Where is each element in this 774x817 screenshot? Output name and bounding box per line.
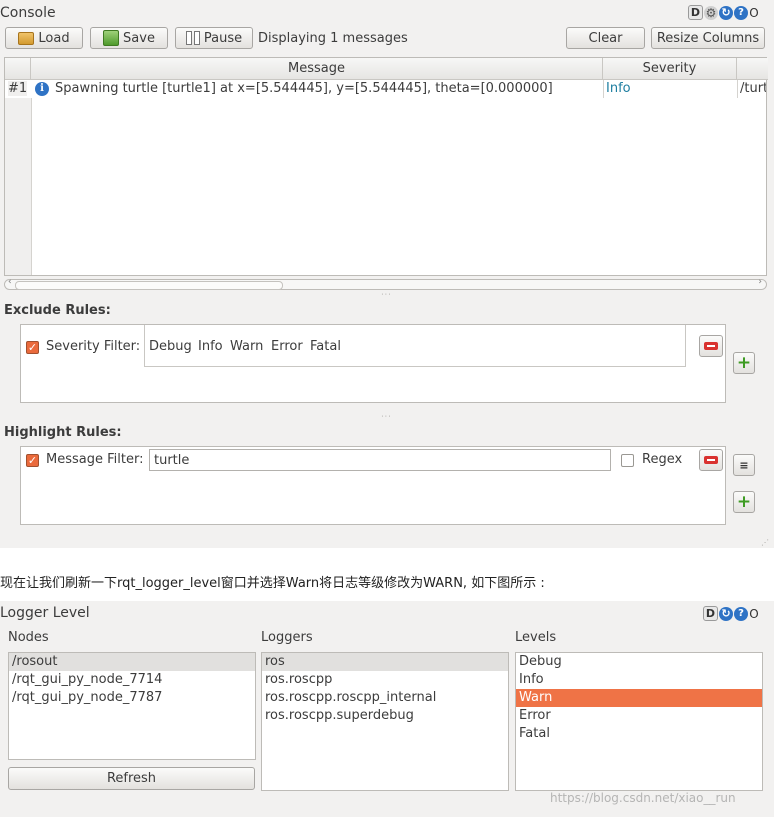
- node-item[interactable]: /rosout: [9, 653, 255, 671]
- node-item[interactable]: /rqt_gui_py_node_7787: [9, 689, 255, 707]
- highlight-rules-box: ✓ Message Filter: turtle Regex: [20, 446, 726, 525]
- resize-grip[interactable]: ⋰: [761, 538, 770, 547]
- scroll-left-icon[interactable]: ‹: [8, 277, 12, 287]
- severity-filter-label: Severity Filter:: [46, 339, 141, 354]
- scroll-thumb[interactable]: [15, 281, 283, 290]
- level-item-warn[interactable]: Warn: [516, 689, 762, 707]
- loggers-label: Loggers: [261, 630, 313, 645]
- level-item-info[interactable]: Info: [516, 671, 762, 689]
- levels-label: Levels: [515, 630, 557, 645]
- row-divider-node: [737, 80, 738, 98]
- row-number: #1: [8, 81, 28, 96]
- column-header-node[interactable]: [737, 58, 768, 80]
- save-label: Save: [123, 30, 155, 46]
- console-title: Console: [0, 5, 56, 21]
- exclude-level-warn[interactable]: Warn: [230, 339, 263, 354]
- exclude-rules-label: Exclude Rules:: [4, 303, 111, 318]
- close-icon[interactable]: O: [749, 6, 759, 20]
- d-icon[interactable]: D: [703, 606, 718, 621]
- regex-checkbox[interactable]: [621, 454, 634, 467]
- logger-item[interactable]: ros.roscpp.roscpp_internal: [262, 689, 508, 707]
- refresh-icon[interactable]: ↻: [719, 5, 733, 20]
- logger-level-panel: Logger Level D ↻ ? O Nodes /rosout /rqt_…: [0, 601, 774, 817]
- pause-button[interactable]: Pause: [175, 27, 253, 49]
- message-filter-input[interactable]: turtle: [149, 449, 611, 471]
- row-number-gutter: [5, 80, 32, 275]
- message-filter-label: Message Filter:: [46, 452, 144, 467]
- close-icon[interactable]: O: [749, 607, 759, 621]
- pause-icon: [185, 31, 200, 45]
- column-header-rownum: [5, 58, 31, 80]
- highlight-rules-label: Highlight Rules:: [4, 425, 122, 440]
- regex-label: Regex: [642, 452, 683, 467]
- severity-filter-levels[interactable]: Debug Info Warn Error Fatal: [144, 325, 686, 367]
- severity-filter-checkbox[interactable]: ✓: [26, 341, 39, 354]
- clear-button[interactable]: Clear: [566, 27, 645, 49]
- pause-label: Pause: [203, 30, 243, 46]
- logger-level-title: Logger Level: [0, 605, 90, 621]
- watermark: https://blog.csdn.net/xiao__run: [550, 791, 736, 805]
- exclude-level-fatal[interactable]: Fatal: [310, 339, 341, 354]
- refresh-button[interactable]: Refresh: [8, 767, 255, 790]
- level-item-fatal[interactable]: Fatal: [516, 725, 762, 743]
- console-panel: Console D ⚙ ↻ ? O Load Save Pause Displa…: [0, 0, 774, 548]
- folder-icon: [18, 31, 35, 45]
- help-icon[interactable]: ?: [734, 606, 748, 621]
- splitter-grip-2[interactable]: ⋅⋅⋅: [381, 412, 392, 421]
- levels-list[interactable]: Debug Info Warn Error Fatal: [515, 652, 763, 791]
- help-icon[interactable]: ?: [734, 5, 748, 20]
- load-button[interactable]: Load: [5, 27, 83, 49]
- load-label: Load: [38, 30, 70, 46]
- remove-message-filter-button[interactable]: [699, 449, 723, 471]
- logger-item[interactable]: ros.roscpp: [262, 671, 508, 689]
- row-severity: Info: [606, 81, 631, 96]
- nodes-label: Nodes: [8, 630, 49, 645]
- row-message: Spawning turtle [turtle1] at x=[5.544445…: [55, 81, 553, 96]
- save-button[interactable]: Save: [90, 27, 168, 49]
- column-header-severity[interactable]: Severity: [603, 58, 737, 80]
- logger-header-icons: D ↻ ? O: [703, 606, 759, 621]
- article-caption: 现在让我们刷新一下rqt_logger_level窗口并选择Warn将日志等级修…: [0, 576, 545, 591]
- column-header-message[interactable]: Message: [31, 58, 603, 80]
- exclude-level-debug[interactable]: Debug: [149, 339, 192, 354]
- message-table[interactable]: Message Severity #1 i Spawning turtle [t…: [4, 57, 768, 276]
- d-icon[interactable]: D: [688, 5, 703, 20]
- exclude-level-error[interactable]: Error: [271, 339, 303, 354]
- gear-icon[interactable]: ⚙: [704, 5, 718, 20]
- row-divider-severity: [603, 80, 604, 98]
- scroll-right-icon[interactable]: ›: [758, 277, 762, 287]
- logger-item[interactable]: ros: [262, 653, 508, 671]
- refresh-icon[interactable]: ↻: [719, 606, 733, 621]
- exclude-level-info[interactable]: Info: [198, 339, 223, 354]
- add-exclude-rule-button[interactable]: +: [733, 352, 755, 374]
- logger-item[interactable]: ros.roscpp.superdebug: [262, 707, 508, 725]
- level-item-debug[interactable]: Debug: [516, 653, 762, 671]
- filter-options-button[interactable]: ≡: [733, 454, 755, 476]
- status-text: Displaying 1 messages: [258, 31, 408, 46]
- add-highlight-rule-button[interactable]: +: [733, 491, 755, 513]
- remove-severity-filter-button[interactable]: [699, 335, 723, 357]
- node-item[interactable]: /rqt_gui_py_node_7714: [9, 671, 255, 689]
- save-icon: [103, 30, 120, 46]
- message-filter-checkbox[interactable]: ✓: [26, 454, 39, 467]
- resize-columns-button[interactable]: Resize Columns: [651, 27, 765, 49]
- info-icon: i: [35, 82, 49, 96]
- splitter-grip-1[interactable]: ⋅⋅⋅: [381, 290, 392, 299]
- nodes-list[interactable]: /rosout /rqt_gui_py_node_7714 /rqt_gui_p…: [8, 652, 256, 760]
- level-item-error[interactable]: Error: [516, 707, 762, 725]
- loggers-list[interactable]: ros ros.roscpp ros.roscpp.roscpp_interna…: [261, 652, 509, 791]
- row-node: /turt: [740, 81, 766, 96]
- exclude-rules-box: ✓ Severity Filter: Debug Info Warn Error…: [20, 324, 726, 403]
- horizontal-scrollbar[interactable]: ‹ ›: [4, 277, 767, 290]
- table-row[interactable]: #1 i Spawning turtle [turtle1] at x=[5.5…: [5, 80, 766, 98]
- console-header-icons: D ⚙ ↻ ? O: [688, 5, 759, 20]
